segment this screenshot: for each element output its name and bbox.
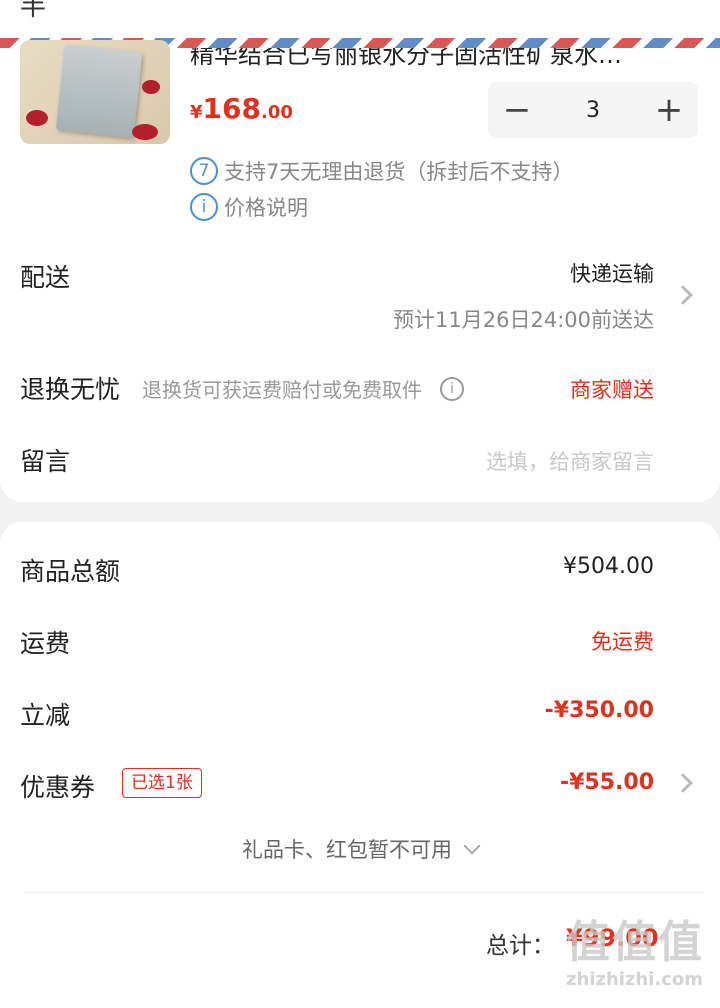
watermark-logo-text: 值值值 <box>566 917 704 968</box>
returns-value: 商家赠送 <box>570 378 654 402</box>
delivery-estimate: 预计11月26日24:00前送达 <box>393 308 654 332</box>
shipping-label: 运费 <box>20 629 71 658</box>
increase-quantity-button[interactable]: + <box>654 93 684 127</box>
coupon-label: 优惠券 <box>20 773 96 802</box>
site-watermark: 值值值 zhizhizhi.com <box>566 918 716 1006</box>
discount-label: 立减 <box>20 701 71 730</box>
coupon-value[interactable]: -¥55.00 <box>560 770 654 795</box>
product-box-image <box>55 44 143 138</box>
decrease-quantity-button[interactable]: − <box>502 93 532 127</box>
petal-decoration <box>142 80 160 94</box>
product-thumbnail[interactable] <box>20 40 170 144</box>
price-note-link[interactable]: 价格说明 <box>224 192 308 222</box>
watermark-url: zhizhizhi.com <box>566 969 704 990</box>
returns-label: 退换无忧 <box>20 375 121 404</box>
gift-card-toggle[interactable]: 礼品卡、红包暂不可用 <box>0 834 720 864</box>
chevron-right-icon[interactable] <box>673 285 693 305</box>
gift-card-note: 礼品卡、红包暂不可用 <box>242 838 452 862</box>
chevron-down-icon <box>463 837 481 855</box>
returns-description-row: 退换货可获运费赔付或免费取件 i <box>142 374 464 403</box>
return-policy-row: 7 支持7天无理由退货（拆封后不支持） <box>190 156 573 186</box>
quantity-stepper: − 3 + <box>488 82 698 138</box>
message-label: 留言 <box>20 447 71 476</box>
total-label: 总计： <box>486 933 555 959</box>
delivery-method[interactable]: 快递运输 <box>570 258 654 288</box>
product-price: ¥168.00 <box>190 92 293 125</box>
petal-decoration <box>26 110 48 126</box>
message-input[interactable]: 选填，给商家留言 <box>486 446 654 476</box>
subtotal-value: ¥504.00 <box>563 554 654 579</box>
discount-value: -¥350.00 <box>544 698 654 723</box>
delivery-label: 配送 <box>20 263 71 292</box>
return-policy-text: 支持7天无理由退货（拆封后不支持） <box>224 160 574 184</box>
petal-decoration <box>132 124 158 140</box>
price-note-row[interactable]: i 价格说明 <box>190 192 308 222</box>
returns-info-icon[interactable]: i <box>440 376 464 401</box>
info-icon: i <box>190 193 218 221</box>
price-currency: ¥ <box>190 102 203 123</box>
price-decimal: .00 <box>260 102 293 123</box>
top-cut-text: 半 <box>20 0 47 22</box>
quantity-value[interactable]: 3 <box>586 98 600 123</box>
subtotal-label: 商品总额 <box>20 557 121 586</box>
divider <box>24 892 704 893</box>
coupon-selected-badge: 已选1张 <box>122 768 202 798</box>
returns-description: 退换货可获运费赔付或免费取件 <box>142 378 422 402</box>
seven-day-return-icon: 7 <box>190 157 218 185</box>
order-item-card: 半 精华结合已写丽银水分子固活性矿泉水… ¥168.00 − 3 + 7 支持7… <box>0 0 720 502</box>
shipping-value: 免运费 <box>591 630 654 654</box>
price-integer: 168 <box>202 92 261 125</box>
